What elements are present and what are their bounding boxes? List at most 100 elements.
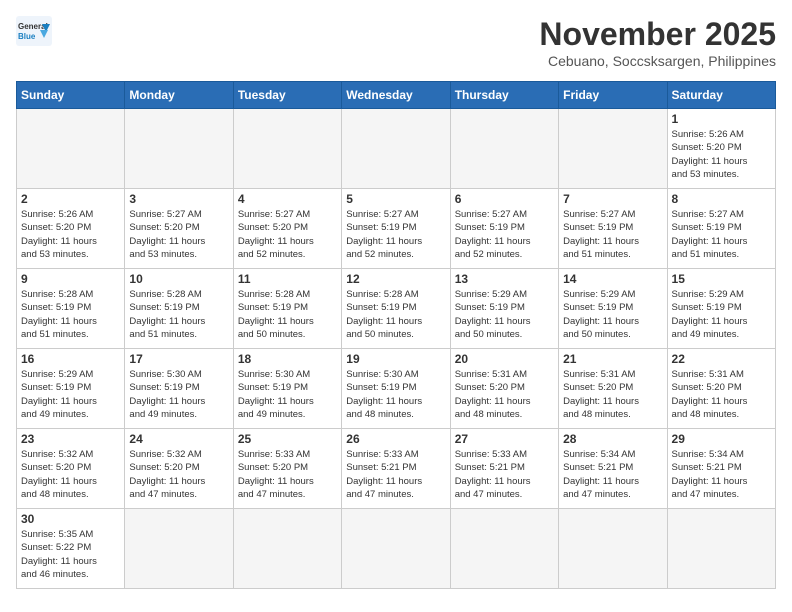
day-number: 8 [672, 192, 771, 206]
calendar-cell: 7 Sunrise: 5:27 AM Sunset: 5:19 PM Daylig… [559, 189, 667, 269]
day-info: Sunrise: 5:34 AM Sunset: 5:21 PM Dayligh… [672, 448, 771, 501]
svg-text:Blue: Blue [18, 32, 36, 41]
calendar-cell: 5Sunrise: 5:27 AM Sunset: 5:19 PM Daylig… [342, 189, 450, 269]
day-info: Sunrise: 5:29 AM Sunset: 5:19 PM Dayligh… [21, 368, 120, 421]
calendar-cell: 21Sunrise: 5:31 AM Sunset: 5:20 PM Dayli… [559, 349, 667, 429]
calendar-cell: 17Sunrise: 5:30 AM Sunset: 5:19 PM Dayli… [125, 349, 233, 429]
calendar-cell [125, 509, 233, 589]
calendar-week-2: 9 Sunrise: 5:28 AM Sunset: 5:19 PM Daylig… [17, 269, 776, 349]
day-info: Sunrise: 5:27 AM Sunset: 5:19 PM Dayligh… [672, 208, 771, 261]
calendar-cell: 19Sunrise: 5:30 AM Sunset: 5:19 PM Dayli… [342, 349, 450, 429]
calendar-body: 1 Sunrise: 5:26 AM Sunset: 5:20 PM Daylig… [17, 109, 776, 589]
day-number: 20 [455, 352, 554, 366]
day-info: Sunrise: 5:27 AM Sunset: 5:20 PM Dayligh… [129, 208, 228, 261]
subtitle: Cebuano, Soccsksargen, Philippines [539, 53, 776, 69]
day-info: Sunrise: 5:29 AM Sunset: 5:19 PM Dayligh… [455, 288, 554, 341]
header-cell-friday: Friday [559, 82, 667, 109]
day-number: 4 [238, 192, 337, 206]
calendar-cell [342, 509, 450, 589]
calendar-cell [233, 509, 341, 589]
calendar-cell: 30 Sunrise: 5:35 AM Sunset: 5:22 PM Dayli… [17, 509, 125, 589]
day-info: Sunrise: 5:28 AM Sunset: 5:19 PM Dayligh… [129, 288, 228, 341]
day-number: 30 [21, 512, 120, 526]
day-info: Sunrise: 5:32 AM Sunset: 5:20 PM Dayligh… [129, 448, 228, 501]
day-number: 2 [21, 192, 120, 206]
day-number: 13 [455, 272, 554, 286]
day-info: Sunrise: 5:32 AM Sunset: 5:20 PM Dayligh… [21, 448, 120, 501]
day-info: Sunrise: 5:27 AM Sunset: 5:19 PM Dayligh… [563, 208, 662, 261]
calendar-week-0: 1 Sunrise: 5:26 AM Sunset: 5:20 PM Daylig… [17, 109, 776, 189]
day-number: 24 [129, 432, 228, 446]
day-number: 18 [238, 352, 337, 366]
calendar: SundayMondayTuesdayWednesdayThursdayFrid… [16, 81, 776, 589]
day-number: 12 [346, 272, 445, 286]
day-info: Sunrise: 5:30 AM Sunset: 5:19 PM Dayligh… [129, 368, 228, 421]
day-number: 28 [563, 432, 662, 446]
day-number: 14 [563, 272, 662, 286]
calendar-cell: 28 Sunrise: 5:34 AM Sunset: 5:21 PM Dayli… [559, 429, 667, 509]
calendar-cell: 25 Sunrise: 5:33 AM Sunset: 5:20 PM Dayli… [233, 429, 341, 509]
day-number: 22 [672, 352, 771, 366]
day-info: Sunrise: 5:28 AM Sunset: 5:19 PM Dayligh… [21, 288, 120, 341]
header-cell-sunday: Sunday [17, 82, 125, 109]
day-number: 19 [346, 352, 445, 366]
day-number: 1 [672, 112, 771, 126]
calendar-cell: 26 Sunrise: 5:33 AM Sunset: 5:21 PM Dayli… [342, 429, 450, 509]
calendar-cell [450, 109, 558, 189]
calendar-cell: 27Sunrise: 5:33 AM Sunset: 5:21 PM Dayli… [450, 429, 558, 509]
day-info: Sunrise: 5:29 AM Sunset: 5:19 PM Dayligh… [672, 288, 771, 341]
calendar-cell: 18Sunrise: 5:30 AM Sunset: 5:19 PM Dayli… [233, 349, 341, 429]
calendar-cell [667, 509, 775, 589]
calendar-cell [233, 109, 341, 189]
calendar-week-3: 16 Sunrise: 5:29 AM Sunset: 5:19 PM Dayli… [17, 349, 776, 429]
day-number: 25 [238, 432, 337, 446]
day-info: Sunrise: 5:31 AM Sunset: 5:20 PM Dayligh… [455, 368, 554, 421]
day-info: Sunrise: 5:27 AM Sunset: 5:19 PM Dayligh… [455, 208, 554, 261]
calendar-header: SundayMondayTuesdayWednesdayThursdayFrid… [17, 82, 776, 109]
day-info: Sunrise: 5:33 AM Sunset: 5:20 PM Dayligh… [238, 448, 337, 501]
calendar-cell: 29 Sunrise: 5:34 AM Sunset: 5:21 PM Dayli… [667, 429, 775, 509]
day-number: 29 [672, 432, 771, 446]
calendar-cell [342, 109, 450, 189]
day-info: Sunrise: 5:26 AM Sunset: 5:20 PM Dayligh… [672, 128, 771, 181]
month-title: November 2025 [539, 16, 776, 53]
title-section: November 2025 Cebuano, Soccsksargen, Phi… [539, 16, 776, 69]
day-number: 16 [21, 352, 120, 366]
calendar-cell: 16 Sunrise: 5:29 AM Sunset: 5:19 PM Dayli… [17, 349, 125, 429]
day-number: 23 [21, 432, 120, 446]
calendar-cell: 3 Sunrise: 5:27 AM Sunset: 5:20 PM Daylig… [125, 189, 233, 269]
logo: General Blue [16, 16, 52, 46]
day-info: Sunrise: 5:26 AM Sunset: 5:20 PM Dayligh… [21, 208, 120, 261]
calendar-cell [559, 109, 667, 189]
calendar-cell: 23 Sunrise: 5:32 AM Sunset: 5:20 PM Dayli… [17, 429, 125, 509]
calendar-cell: 22Sunrise: 5:31 AM Sunset: 5:20 PM Dayli… [667, 349, 775, 429]
day-info: Sunrise: 5:34 AM Sunset: 5:21 PM Dayligh… [563, 448, 662, 501]
header-cell-saturday: Saturday [667, 82, 775, 109]
calendar-cell: 4Sunrise: 5:27 AM Sunset: 5:20 PM Daylig… [233, 189, 341, 269]
calendar-week-5: 30 Sunrise: 5:35 AM Sunset: 5:22 PM Dayli… [17, 509, 776, 589]
day-info: Sunrise: 5:31 AM Sunset: 5:20 PM Dayligh… [563, 368, 662, 421]
day-number: 26 [346, 432, 445, 446]
day-info: Sunrise: 5:28 AM Sunset: 5:19 PM Dayligh… [238, 288, 337, 341]
day-number: 3 [129, 192, 228, 206]
calendar-cell: 1 Sunrise: 5:26 AM Sunset: 5:20 PM Daylig… [667, 109, 775, 189]
header-row: SundayMondayTuesdayWednesdayThursdayFrid… [17, 82, 776, 109]
calendar-cell: 6Sunrise: 5:27 AM Sunset: 5:19 PM Daylig… [450, 189, 558, 269]
day-number: 11 [238, 272, 337, 286]
calendar-cell: 13 Sunrise: 5:29 AM Sunset: 5:19 PM Dayli… [450, 269, 558, 349]
header: General Blue November 2025 Cebuano, Socc… [16, 16, 776, 69]
calendar-cell: 12Sunrise: 5:28 AM Sunset: 5:19 PM Dayli… [342, 269, 450, 349]
day-info: Sunrise: 5:33 AM Sunset: 5:21 PM Dayligh… [346, 448, 445, 501]
day-number: 7 [563, 192, 662, 206]
calendar-cell [559, 509, 667, 589]
day-info: Sunrise: 5:35 AM Sunset: 5:22 PM Dayligh… [21, 528, 120, 581]
logo-icon: General Blue [16, 16, 52, 46]
calendar-cell [450, 509, 558, 589]
day-info: Sunrise: 5:33 AM Sunset: 5:21 PM Dayligh… [455, 448, 554, 501]
day-number: 9 [21, 272, 120, 286]
calendar-cell [17, 109, 125, 189]
calendar-cell [125, 109, 233, 189]
day-info: Sunrise: 5:29 AM Sunset: 5:19 PM Dayligh… [563, 288, 662, 341]
header-cell-tuesday: Tuesday [233, 82, 341, 109]
calendar-week-4: 23 Sunrise: 5:32 AM Sunset: 5:20 PM Dayli… [17, 429, 776, 509]
